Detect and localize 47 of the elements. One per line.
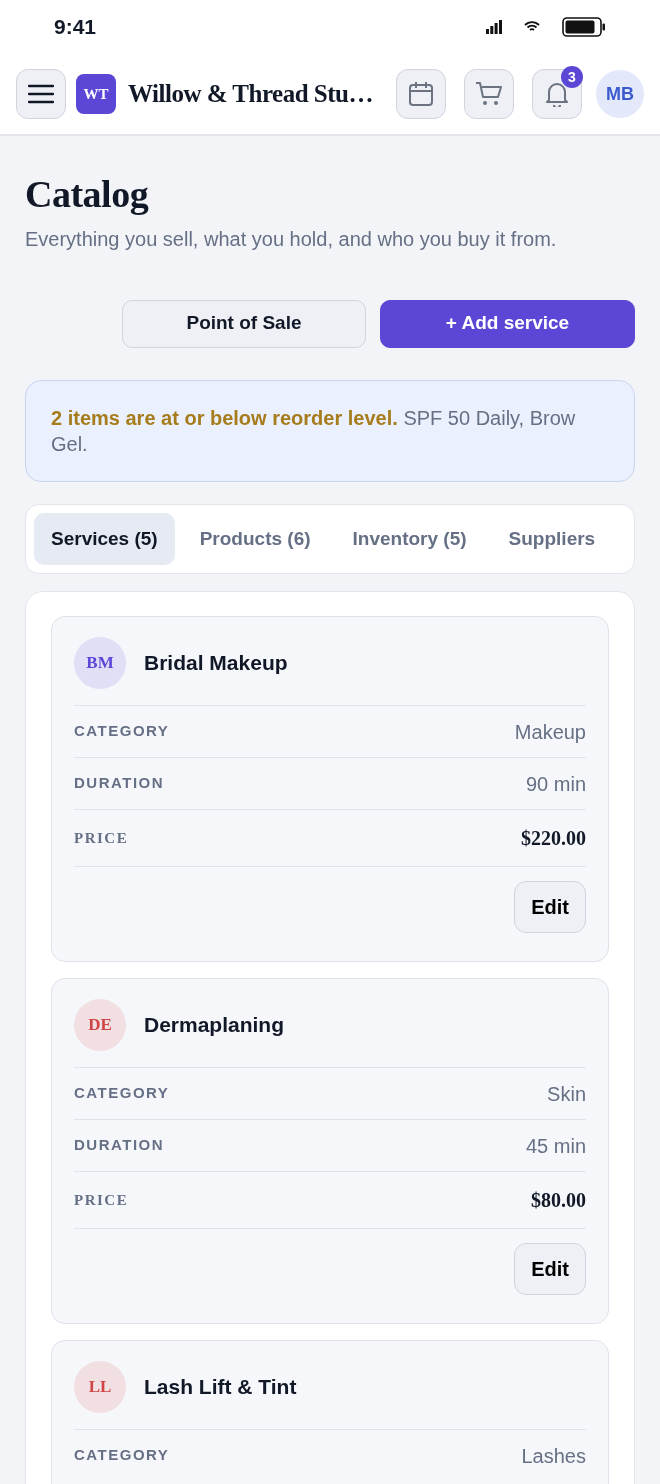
initials-avatar: BM bbox=[74, 637, 126, 690]
field-value: Lashes bbox=[521, 1443, 586, 1469]
field-label: DURATION bbox=[74, 1135, 165, 1156]
app-title: Willow & Thread Stu… bbox=[128, 79, 373, 110]
page-title: Catalog bbox=[25, 172, 150, 217]
field-label: CATEGORY bbox=[74, 1083, 170, 1104]
status-time: 9:41 bbox=[54, 14, 97, 41]
field-label: DURATION bbox=[74, 773, 165, 794]
field-label: CATEGORY bbox=[74, 721, 170, 742]
service-name: Lash Lift & Tint bbox=[144, 1374, 297, 1401]
field-value: Skin bbox=[547, 1081, 586, 1107]
field-label: PRICE bbox=[74, 1190, 129, 1210]
point-of-sale-button[interactable]: Point of Sale bbox=[122, 299, 366, 348]
field-value: $220.00 bbox=[521, 826, 586, 852]
wifi-icon bbox=[524, 21, 540, 33]
service-name: Dermaplaning bbox=[144, 1012, 285, 1039]
cart-button[interactable] bbox=[464, 69, 514, 119]
page-subtitle: Everything you sell, what you hold, and who you buy it from. bbox=[25, 226, 558, 252]
menu-button[interactable] bbox=[16, 69, 66, 119]
reorder-alert: 2 items are at or below reorder level. SPF 50 Daily, Brow Gel. bbox=[25, 379, 635, 482]
tab[interactable]: Services (5) bbox=[34, 512, 175, 566]
tab[interactable]: Inventory (5) bbox=[335, 512, 484, 566]
edit-button[interactable]: Edit bbox=[514, 1243, 586, 1296]
bell-icon bbox=[545, 81, 569, 107]
battery-icon bbox=[562, 17, 606, 37]
notifications-button[interactable]: 3 bbox=[532, 69, 582, 119]
logo: WT bbox=[76, 74, 116, 114]
calendar-icon bbox=[408, 81, 434, 107]
add-service-button[interactable]: + Add service bbox=[380, 299, 635, 348]
field-value: Makeup bbox=[514, 719, 586, 745]
user-avatar[interactable]: MB bbox=[596, 70, 644, 118]
field-value: 45 min bbox=[525, 1133, 586, 1159]
cart-icon bbox=[475, 81, 503, 107]
signal-icon bbox=[486, 20, 502, 34]
field-value: $80.00 bbox=[531, 1188, 586, 1214]
field-label: PRICE bbox=[74, 828, 129, 848]
notification-badge: 3 bbox=[561, 66, 583, 88]
tab[interactable]: Products (6) bbox=[182, 512, 328, 566]
initials-avatar: LL bbox=[74, 1361, 126, 1414]
calendar-button[interactable] bbox=[396, 69, 446, 119]
menu-icon bbox=[28, 84, 54, 104]
field-label: CATEGORY bbox=[74, 1445, 170, 1466]
tab[interactable]: Suppliers bbox=[491, 512, 613, 566]
initials-avatar: DE bbox=[74, 999, 126, 1052]
field-value: 90 min bbox=[525, 771, 586, 797]
service-name: Bridal Makeup bbox=[144, 650, 288, 677]
edit-button[interactable]: Edit bbox=[514, 881, 586, 934]
